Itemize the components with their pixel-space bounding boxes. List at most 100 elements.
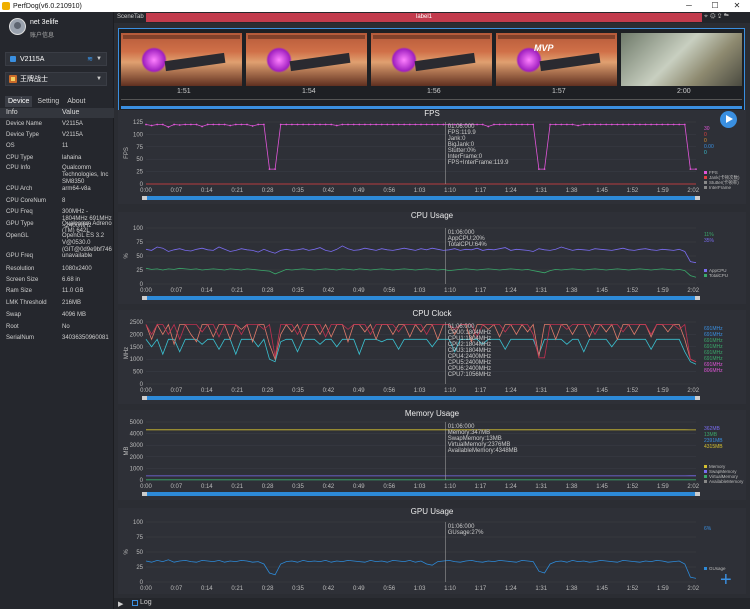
fps-point	[442, 123, 445, 126]
y-tick-label: 2500	[130, 320, 144, 326]
legend-swatch	[704, 274, 707, 277]
fps-point	[521, 123, 523, 126]
x-tick-label: 1:24	[505, 288, 517, 294]
y-axis-label: %	[124, 253, 130, 259]
minimize-button[interactable]: ─	[676, 0, 702, 12]
avatar[interactable]	[9, 18, 26, 35]
legend-item: AvailableMemory	[709, 479, 744, 484]
app-logo-icon	[2, 2, 10, 10]
x-tick-label: 0:49	[353, 484, 365, 490]
fps-point	[291, 123, 293, 126]
fps-point	[184, 123, 187, 126]
fps-point	[195, 123, 198, 126]
screenshot-thumbnail[interactable]	[246, 33, 367, 86]
x-tick-label: 1:10	[444, 388, 456, 394]
fps-point	[509, 123, 512, 126]
app-selector[interactable]: 王牌战士 ▼	[5, 72, 107, 86]
info-value: lahaina	[62, 155, 82, 161]
y-tick-label: 2000	[130, 455, 144, 461]
fps-point	[594, 123, 596, 126]
x-tick-label: 0:56	[383, 388, 395, 394]
x-tick-label: 1:52	[627, 188, 639, 194]
charts-area[interactable]: FPS 0 25 50 75 100 125 FPS 0:00 0:07 0:14 0:21 0:28 0…	[114, 108, 750, 594]
fps-point	[420, 123, 422, 126]
info-table-header: Info Value	[0, 108, 114, 118]
x-tick-label: 1:38	[566, 586, 578, 592]
fps-point	[566, 123, 568, 126]
fps-point	[369, 123, 372, 126]
x-tick-label: 0:35	[292, 388, 304, 394]
window-title: PerfDog(v6.0.210910)	[13, 2, 82, 10]
log-checkbox[interactable]	[132, 600, 138, 606]
screenshot-thumbnail[interactable]	[621, 33, 742, 86]
current-value: 806MHz	[704, 368, 723, 374]
x-tick-label: 0:07	[171, 188, 183, 194]
fps-point	[627, 123, 630, 126]
info-value: arm64-v8a	[62, 186, 91, 192]
legend-swatch	[704, 186, 707, 189]
x-tick-label: 1:38	[566, 288, 578, 294]
x-tick-label: 1:31	[535, 586, 547, 592]
x-tick-label: 0:00	[140, 586, 152, 592]
fps-point	[167, 126, 170, 128]
fps-point	[324, 123, 327, 126]
fps-point	[341, 123, 344, 126]
scene-label-marker[interactable]: label1	[146, 13, 702, 22]
x-tick-label: 1:59	[657, 288, 669, 294]
info-value: 34036350960081	[62, 335, 109, 341]
fps-point	[206, 123, 209, 126]
fps-point	[610, 123, 613, 126]
device-selector-value: V2115A	[20, 55, 45, 63]
info-key: CPU CoreNum	[6, 198, 47, 204]
x-tick-label: 2:02	[687, 484, 699, 490]
x-tick-label: 0:00	[140, 388, 152, 394]
x-tick-label: 0:28	[262, 188, 274, 194]
x-tick-label: 1:17	[475, 188, 487, 194]
fps-point	[695, 168, 697, 170]
cursor-value: CPU7:1056MHz	[448, 372, 491, 378]
y-tick-label: 500	[133, 370, 144, 376]
tab-setting[interactable]: Setting	[34, 96, 62, 107]
tab-device[interactable]: Device	[5, 96, 33, 107]
tab-about[interactable]: About	[64, 96, 88, 107]
fps-point	[352, 123, 355, 126]
add-chart-button[interactable]: +	[720, 570, 732, 590]
current-value: 6%	[704, 526, 712, 532]
fps-point	[605, 123, 608, 126]
fps-point	[335, 124, 338, 127]
fps-point	[302, 123, 304, 126]
cursor-value: GUsage:27%	[448, 530, 484, 536]
x-tick-label: 0:42	[323, 288, 335, 294]
account-info-link[interactable]: 账户信息	[30, 30, 54, 39]
fps-point	[397, 123, 400, 126]
fps-point	[571, 123, 574, 126]
fps-point	[538, 168, 540, 170]
close-button[interactable]: ✕	[724, 0, 750, 12]
x-tick-label: 1:59	[657, 188, 669, 194]
chart-panel	[118, 508, 746, 594]
thumbnail-time: 2:00	[677, 88, 691, 95]
screenshot-thumbnail[interactable]	[371, 33, 492, 86]
fps-point	[307, 123, 310, 126]
device-selector[interactable]: V2115A ≋ ▼	[5, 52, 107, 66]
fps-point	[655, 123, 658, 126]
legend-item: InterFrame	[709, 185, 732, 190]
x-tick-label: 1:59	[657, 586, 669, 592]
x-tick-label: 0:00	[140, 484, 152, 490]
screenshot-thumbnail[interactable]	[121, 33, 242, 86]
play-button[interactable]	[720, 111, 737, 128]
fps-point	[223, 123, 226, 126]
x-tick-label: 0:14	[201, 188, 213, 194]
fps-point	[599, 123, 602, 126]
fps-point	[683, 123, 686, 126]
settings-icon[interactable]: ⚙	[710, 13, 718, 20]
console-icon[interactable]: ▶	[118, 600, 123, 608]
screenshot-thumbnail[interactable]: MVP	[496, 33, 617, 86]
x-tick-label: 1:10	[444, 188, 456, 194]
screenshot-timeline[interactable]: 1:51 1:54 1:56 MVP 1:57 2:00	[118, 28, 745, 114]
cloud-icon[interactable]: ☁	[724, 13, 732, 20]
info-value: V2115A	[62, 132, 83, 138]
fps-point	[414, 123, 417, 126]
scene-tab-label[interactable]: SceneTab	[117, 14, 144, 20]
legend-swatch	[704, 176, 707, 179]
